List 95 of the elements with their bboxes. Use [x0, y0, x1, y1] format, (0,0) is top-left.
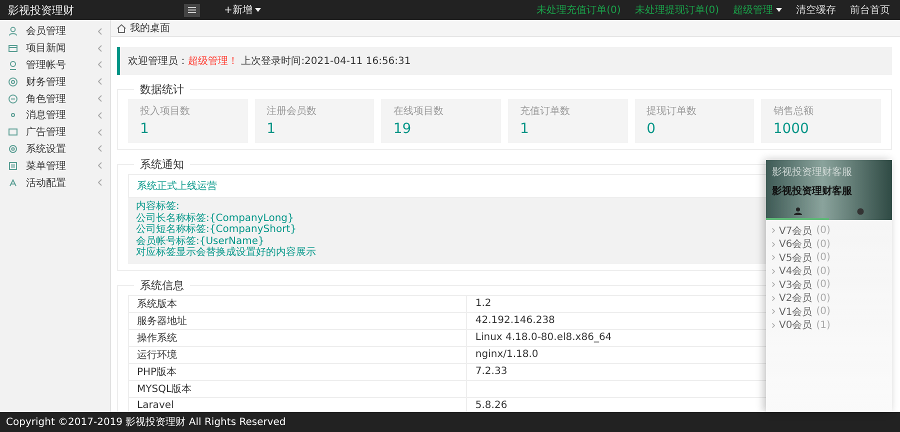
menu-icon [8, 60, 18, 70]
notice-line: 会员帐号标签:{UserName} [136, 236, 264, 246]
add-menu[interactable]: +新增 [224, 3, 262, 17]
chevron-icon [98, 145, 102, 152]
sidebar-item[interactable]: 系统设置 [26, 142, 90, 156]
notice-line: 公司长名称标签:{CompanyLong} [136, 212, 294, 224]
welcome-message: 欢迎管理员：超级管理！ 上次登录时间:2021-04-11 16:56:31 [117, 47, 892, 75]
group-name[interactable]: V6会员 [779, 237, 812, 252]
stat-label: 注册会员数 [266, 104, 318, 118]
top-link[interactable]: 未处理提现订单(0) [634, 3, 719, 17]
group-name[interactable]: V4会员 [779, 264, 812, 278]
table-cell: PHP版本 [128, 363, 467, 380]
chevron-icon [98, 28, 102, 35]
chevron-icon [98, 61, 102, 68]
chevron-icon [772, 242, 775, 247]
sidebar-item[interactable]: 管理帐号 [26, 58, 90, 72]
chevron-icon [772, 268, 775, 274]
chevron-icon [98, 95, 102, 102]
group-count: (0) [816, 266, 830, 277]
sidebar-item[interactable]: 广告管理 [26, 125, 90, 140]
table-cell: 服务器地址 [128, 312, 467, 329]
chevron-icon [98, 44, 102, 52]
sidebar-item[interactable]: 财务管理 [26, 74, 90, 89]
group-count: (0) [816, 238, 830, 250]
sidebar-item[interactable]: 菜单管理 [26, 158, 90, 173]
group-count: (0) [816, 292, 830, 304]
top-link[interactable]: 前台首页 [850, 3, 890, 17]
menu-icon [8, 94, 18, 104]
table-cell: 操作系统 [128, 329, 467, 346]
stat-label: 提现订单数 [646, 104, 698, 118]
chevron-icon [772, 296, 775, 301]
section-title: 系统信息 [139, 278, 185, 292]
menu-icon [8, 76, 18, 87]
notice-line: 公司短名称标签:{CompanyShort} [136, 224, 297, 236]
chevron-icon [772, 228, 775, 234]
menu-icon [8, 178, 18, 188]
top-link[interactable]: 未处理充值订单(0) [536, 3, 621, 17]
chevron-icon [98, 179, 102, 186]
stat-label: 充值订单数 [520, 104, 571, 118]
chevron-icon [98, 112, 102, 119]
stat-label: 在线项目数 [393, 104, 444, 118]
section-title: 系统通知 [139, 157, 185, 172]
top-link[interactable]: 清空缓存 [796, 3, 836, 17]
chevron-icon [98, 128, 102, 136]
chevron-icon [772, 282, 775, 288]
chevron-icon [98, 78, 102, 86]
group-count: (1) [816, 320, 830, 331]
copyright-text: Copyright ©2017-2019 影视投资理财 All Rights Reserved [6, 416, 286, 429]
chat-title: 影视投资理财客服 [772, 166, 853, 179]
app-logo: 影视投资理财 [7, 2, 75, 18]
table-cell: 运行环境 [128, 346, 467, 363]
breadcrumb-tab[interactable]: 我的桌面 [130, 21, 170, 35]
menu-icon [8, 144, 18, 154]
chat-icon [857, 208, 864, 214]
notice-line: 内容标签: [136, 201, 180, 212]
chevron-icon [772, 322, 775, 328]
stat-label: 销售总额 [773, 104, 814, 118]
section-title: 数据统计 [139, 82, 185, 97]
sidebar-item[interactable]: 项目新闻 [26, 41, 90, 56]
sidebar-item[interactable]: 消息管理 [26, 108, 90, 122]
group-name[interactable]: V7会员 [779, 224, 812, 238]
menu-icon [8, 127, 18, 138]
stat-value: 1 [520, 121, 530, 137]
stat-label: 投入项目数 [140, 104, 191, 118]
group-name[interactable]: V5会员 [779, 250, 812, 265]
group-count: (0) [816, 225, 830, 236]
chevron-icon [98, 162, 102, 170]
sidebar-item[interactable]: 活动配置 [26, 176, 90, 190]
group-name[interactable]: V3会员 [779, 278, 812, 292]
menu-icon [188, 7, 196, 13]
table-cell: 系统版本 [128, 295, 467, 312]
stat-value: 1 [140, 121, 150, 137]
person-icon [794, 207, 802, 215]
sidebar-item[interactable]: 会员管理 [26, 24, 90, 38]
chevron-icon [772, 255, 775, 260]
stat-value: 1 [266, 121, 277, 137]
menu-icon [8, 160, 18, 171]
chat-subtitle: 影视投资理财客服 [772, 184, 853, 198]
admin-menu[interactable]: 超级管理 [733, 3, 782, 17]
caret-icon [776, 8, 782, 12]
sidebar-item[interactable]: 角色管理 [26, 92, 90, 106]
stat-value: 19 [393, 121, 412, 137]
group-count: (0) [816, 279, 830, 290]
stat-value: 0 [646, 121, 657, 137]
table-cell: MYSQL版本 [128, 380, 467, 397]
chevron-icon [772, 309, 775, 314]
menu-button[interactable] [184, 4, 200, 16]
caret-icon [255, 8, 262, 12]
notice-line: 对应标签显示会替换成设置好的内容展示 [136, 247, 316, 258]
menu-icon [8, 43, 18, 54]
group-count: (0) [816, 252, 830, 264]
notice-title[interactable]: 系统正式上线运营 [137, 181, 217, 192]
stat-value: 1000 [773, 121, 810, 137]
home-icon [117, 24, 126, 32]
menu-icon [8, 26, 18, 36]
